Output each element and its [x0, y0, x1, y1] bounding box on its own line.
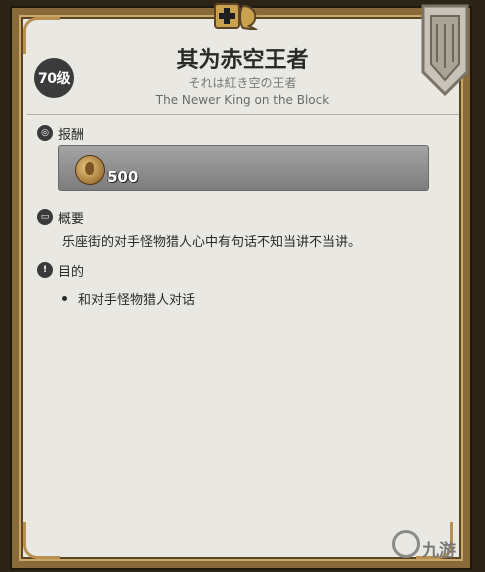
- quest-subtitle-english: The Newer King on the Block: [155, 93, 330, 107]
- header-divider: [27, 114, 459, 115]
- objective-item: 和对手怪物猎人对话: [78, 293, 196, 308]
- coin-icon: ◎: [37, 125, 53, 141]
- book-icon: ▭: [37, 209, 53, 225]
- quest-window-frame: 70级 其为赤空王者 それは紅き空の王者 The Newer King on t…: [0, 0, 485, 572]
- summary-text: 乐座街的对手怪物猎人心中有句话不知当讲不当讲。: [62, 235, 362, 250]
- quest-emblem-icon: [214, 3, 258, 30]
- reward-amount: 500: [107, 168, 139, 186]
- summary-label: 概要: [58, 212, 85, 227]
- watermark-logo-icon: [392, 530, 420, 558]
- objective-label: 目的: [58, 265, 85, 280]
- reward-box[interactable]: 500: [58, 145, 429, 191]
- frame-corner-ornament: [23, 522, 60, 559]
- watermark-text: 九游: [422, 541, 456, 561]
- quest-title: 其为赤空王者: [176, 48, 309, 73]
- quest-subtitle-japanese: それは紅き空の王者: [188, 76, 297, 90]
- quest-panel: [12, 8, 470, 568]
- exclamation-icon: !: [37, 262, 53, 278]
- list-bullet: [62, 296, 67, 301]
- gil-coin-icon: [75, 155, 105, 185]
- watermark: 九游: [392, 528, 472, 562]
- reward-label: 报酬: [58, 128, 85, 143]
